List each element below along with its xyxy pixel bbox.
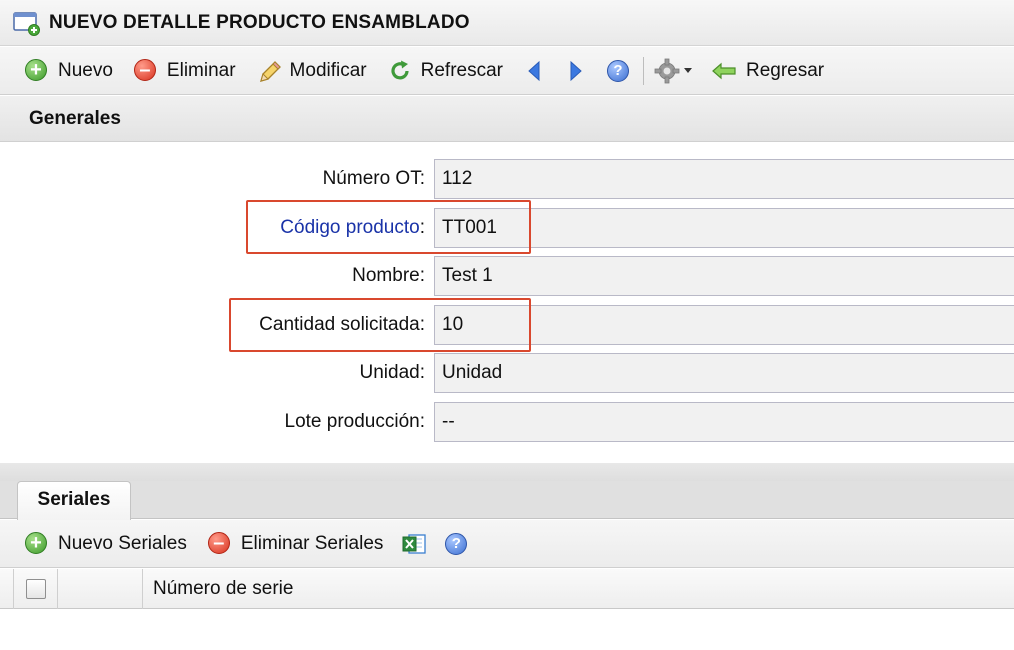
unidad-row: Unidad: Unidad: [0, 353, 1014, 393]
toolbar-separator: [642, 56, 644, 85]
panel-splitter: [0, 463, 1014, 481]
nuevo-button[interactable]: + Nuevo: [14, 53, 123, 89]
cantidad-solicitada-row: Cantidad solicitada: 10: [0, 305, 1014, 345]
seriales-help-button[interactable]: ?: [435, 526, 477, 562]
nombre-row: Nombre: Test 1: [0, 256, 1014, 296]
cantidad-solicitada-field[interactable]: 10: [434, 305, 1014, 345]
add-icon: +: [25, 531, 49, 556]
select-all-checkbox[interactable]: [25, 579, 46, 599]
help-icon: ?: [445, 532, 468, 555]
eliminar-button[interactable]: – Eliminar: [123, 53, 246, 89]
seriales-grid-header: Número de serie: [0, 569, 1014, 609]
next-button[interactable]: [555, 53, 597, 89]
tab-seriales[interactable]: Seriales: [17, 481, 131, 520]
main-toolbar: + Nuevo – Eliminar Modificar Refrescar ?…: [0, 47, 1014, 95]
delete-icon: –: [133, 58, 158, 83]
help-button[interactable]: ?: [597, 53, 639, 89]
unidad-label: Unidad:: [359, 362, 426, 383]
modificar-button[interactable]: Modificar: [246, 53, 377, 89]
excel-export-icon: [402, 533, 427, 554]
eliminar-seriales-label: Eliminar Seriales: [240, 532, 384, 554]
generales-form: Número OT: 112 Código producto: TT001 No…: [0, 143, 1014, 463]
regresar-label: Regresar: [745, 59, 825, 81]
arrow-right-icon: [570, 60, 582, 81]
select-all-cell: [13, 569, 58, 609]
section-generales-header: Generales: [0, 96, 1014, 142]
regresar-button[interactable]: Regresar: [700, 53, 834, 89]
eliminar-seriales-button[interactable]: – Eliminar Seriales: [197, 526, 394, 562]
nombre-field[interactable]: Test 1: [434, 256, 1014, 296]
pencil-icon: [257, 59, 281, 83]
arrow-left-icon: [528, 60, 540, 81]
seriales-grid-body: [0, 610, 1014, 650]
nombre-label: Nombre:: [352, 265, 425, 286]
settings-menu-button[interactable]: [648, 53, 700, 89]
lote-produccion-field[interactable]: --: [434, 402, 1014, 442]
numero-ot-field[interactable]: 112: [434, 159, 1014, 199]
codigo-producto-row: Código producto: TT001: [0, 208, 1014, 248]
lote-produccion-row: Lote producción: --: [0, 402, 1014, 442]
grid-header-spacer: [58, 569, 143, 609]
seriales-toolbar: + Nuevo Seriales – Eliminar Seriales ?: [0, 520, 1014, 568]
codigo-producto-field[interactable]: TT001: [434, 208, 1014, 248]
lote-produccion-label: Lote producción:: [284, 411, 426, 432]
chevron-down-icon: [684, 67, 693, 73]
modificar-label: Modificar: [289, 59, 367, 81]
column-header-numero-serie[interactable]: Número de serie: [143, 569, 1014, 609]
window-titlebar: NUEVO DETALLE PRODUCTO ENSAMBLADO: [0, 0, 1014, 46]
nuevo-seriales-button[interactable]: + Nuevo Seriales: [14, 526, 197, 562]
numero-ot-row: Número OT: 112: [0, 159, 1014, 199]
refresh-icon: [388, 59, 412, 83]
nuevo-seriales-label: Nuevo Seriales: [58, 532, 187, 554]
delete-icon: –: [207, 531, 232, 556]
page-title: NUEVO DETALLE PRODUCTO ENSAMBLADO: [49, 11, 470, 33]
window-add-icon: [13, 10, 41, 36]
refrescar-button[interactable]: Refrescar: [377, 53, 513, 89]
previous-button[interactable]: [513, 53, 555, 89]
help-icon: ?: [606, 59, 629, 82]
add-icon: +: [25, 58, 49, 83]
eliminar-label: Eliminar: [166, 59, 236, 81]
back-arrow-icon: [711, 59, 737, 83]
numero-ot-label: Número OT:: [322, 168, 425, 189]
cantidad-solicitada-label: Cantidad solicitada:: [259, 314, 425, 335]
refrescar-label: Refrescar: [420, 59, 503, 81]
tab-strip: Seriales: [0, 481, 1014, 520]
codigo-producto-link[interactable]: Código producto:: [280, 208, 425, 248]
nuevo-label: Nuevo: [58, 59, 113, 81]
export-excel-button[interactable]: [393, 526, 435, 562]
gear-icon: [655, 58, 680, 83]
unidad-field[interactable]: Unidad: [434, 353, 1014, 393]
